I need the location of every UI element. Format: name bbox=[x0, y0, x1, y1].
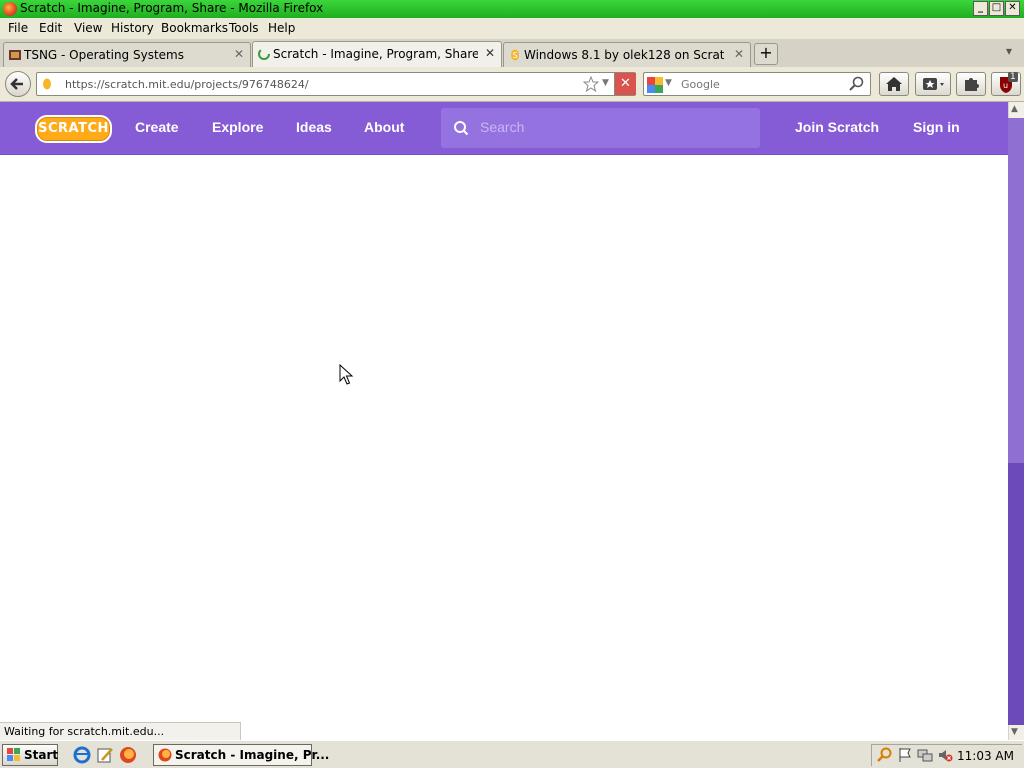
bookmarks-star-icon bbox=[923, 78, 944, 90]
firefox-logo-icon bbox=[3, 2, 17, 16]
tab-label: Scratch - Imagine, Program, Share bbox=[273, 47, 478, 61]
tab-tsng[interactable]: TSNG - Operating Systems ✕ bbox=[3, 42, 251, 67]
scroll-up-arrow-icon[interactable]: ▲ bbox=[1011, 104, 1018, 114]
windows-logo-icon bbox=[7, 748, 20, 761]
start-button[interactable]: Start bbox=[2, 744, 58, 766]
firefox-icon bbox=[158, 748, 172, 762]
bookmarks-menu-button[interactable] bbox=[915, 72, 951, 96]
tab-label: TSNG - Operating Systems bbox=[24, 48, 184, 62]
back-arrow-icon bbox=[10, 78, 23, 90]
tab-label: Windows 8.1 by olek128 on Scratch bbox=[524, 48, 724, 62]
magnifier-icon[interactable] bbox=[849, 76, 865, 92]
page-content bbox=[0, 155, 1008, 722]
navigation-toolbar: ▼ ✕ ▼ u 1 bbox=[0, 67, 1024, 102]
site-identity-icon[interactable] bbox=[41, 78, 53, 90]
ublock-count-badge: 1 bbox=[1008, 72, 1018, 82]
tab-windows81[interactable]: S Windows 8.1 by olek128 on Scratch ✕ bbox=[503, 42, 751, 67]
scrollbar-thumb[interactable] bbox=[1008, 118, 1024, 463]
join-scratch-link[interactable]: Join Scratch bbox=[795, 119, 879, 135]
menu-bookmarks[interactable]: Bookmarks bbox=[161, 21, 228, 35]
clock[interactable]: 11:03 AM bbox=[957, 749, 1014, 763]
search-input[interactable] bbox=[679, 77, 843, 92]
sign-in-link[interactable]: Sign in bbox=[913, 119, 960, 135]
scroll-down-arrow-icon[interactable]: ▼ bbox=[1011, 727, 1018, 737]
window-title-bar[interactable]: Scratch - Imagine, Program, Share - Mozi… bbox=[0, 0, 1024, 18]
network-icon[interactable] bbox=[917, 747, 933, 763]
start-label: Start bbox=[24, 748, 59, 762]
search-icon bbox=[454, 121, 469, 136]
history-dropdown-icon[interactable]: ▼ bbox=[602, 78, 609, 88]
window-title: Scratch - Imagine, Program, Share - Mozi… bbox=[20, 1, 324, 15]
nav-ideas[interactable]: Ideas bbox=[296, 119, 332, 135]
svg-text:u: u bbox=[1003, 81, 1008, 90]
scratch-search-field[interactable]: Search bbox=[441, 108, 760, 148]
nav-create[interactable]: Create bbox=[135, 119, 179, 135]
action-center-flag-icon[interactable] bbox=[898, 747, 912, 763]
internet-explorer-icon[interactable] bbox=[73, 746, 91, 764]
google-logo-icon[interactable] bbox=[647, 77, 663, 93]
taskbar-firefox-window[interactable]: Scratch - Imagine, Pr... bbox=[153, 744, 329, 766]
home-icon bbox=[886, 77, 902, 91]
firefox-quicklaunch-icon[interactable] bbox=[119, 746, 137, 764]
status-text: Waiting for scratch.mit.edu... bbox=[0, 722, 241, 740]
close-button[interactable]: ✕ bbox=[1005, 1, 1020, 16]
menu-edit[interactable]: Edit bbox=[39, 21, 62, 35]
home-button[interactable] bbox=[879, 72, 909, 96]
tab-list-chevron-icon[interactable]: ▾ bbox=[1006, 44, 1012, 58]
scratch-logo[interactable]: SCRATCH bbox=[35, 115, 112, 143]
new-tab-button[interactable]: + bbox=[754, 43, 778, 65]
menu-tools[interactable]: Tools bbox=[229, 21, 259, 35]
loading-spinner-icon bbox=[258, 48, 270, 60]
tab-close-icon[interactable]: ✕ bbox=[485, 46, 495, 60]
tab-close-icon[interactable]: ✕ bbox=[234, 47, 244, 61]
scratch-favicon-icon: S bbox=[511, 49, 519, 61]
maximize-button[interactable]: □ bbox=[989, 1, 1004, 16]
system-tray: 11:03 AM bbox=[871, 744, 1022, 766]
nav-explore[interactable]: Explore bbox=[212, 119, 263, 135]
menu-bar: File Edit View History Bookmarks Tools H… bbox=[0, 18, 1024, 39]
svg-text:S: S bbox=[513, 51, 518, 60]
search-bar[interactable]: ▼ bbox=[643, 72, 871, 96]
minimize-button[interactable]: _ bbox=[973, 1, 988, 16]
bookmark-star-icon[interactable] bbox=[583, 76, 599, 92]
menu-history[interactable]: History bbox=[111, 21, 154, 35]
address-bar[interactable]: ▼ ✕ bbox=[36, 72, 636, 96]
addons-button[interactable] bbox=[956, 72, 986, 96]
back-button[interactable] bbox=[5, 71, 31, 97]
ublock-button[interactable]: u 1 bbox=[991, 72, 1021, 96]
mouse-cursor-icon bbox=[339, 364, 354, 385]
search-magnifier-tray-icon[interactable] bbox=[877, 747, 893, 763]
search-engine-dropdown-icon[interactable]: ▼ bbox=[665, 78, 672, 88]
search-placeholder: Search bbox=[480, 119, 525, 135]
nav-about[interactable]: About bbox=[364, 119, 404, 135]
menu-file[interactable]: File bbox=[8, 21, 28, 35]
scrollbar-track-lower[interactable] bbox=[1008, 463, 1024, 725]
tsng-favicon-icon bbox=[9, 50, 21, 60]
menu-help[interactable]: Help bbox=[268, 21, 295, 35]
taskbar: Start Scratch - Imagine, Pr... 11:03 AM bbox=[0, 740, 1024, 768]
volume-muted-icon[interactable] bbox=[937, 747, 953, 763]
notepad-pencil-icon[interactable] bbox=[96, 746, 114, 764]
menu-view[interactable]: View bbox=[74, 21, 102, 35]
puzzle-piece-icon bbox=[965, 78, 979, 91]
stop-button[interactable]: ✕ bbox=[614, 73, 636, 95]
tab-close-icon[interactable]: ✕ bbox=[734, 47, 744, 61]
taskbar-window-label: Scratch - Imagine, Pr... bbox=[175, 748, 330, 762]
url-input[interactable] bbox=[63, 77, 567, 92]
tab-strip: TSNG - Operating Systems ✕ Scratch - Ima… bbox=[0, 39, 1024, 68]
tab-scratch-active[interactable]: Scratch - Imagine, Program, Share ✕ bbox=[252, 41, 502, 67]
